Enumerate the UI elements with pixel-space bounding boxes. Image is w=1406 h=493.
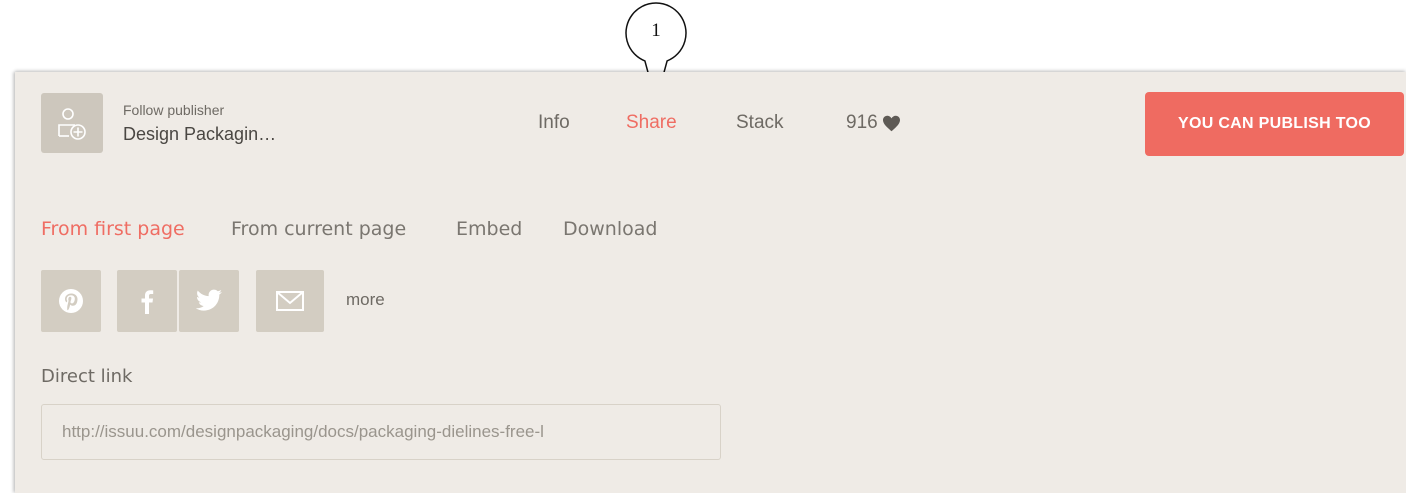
tab-info[interactable]: Info: [538, 112, 570, 134]
direct-link-input[interactable]: [41, 404, 721, 460]
share-twitter-button[interactable]: [179, 270, 239, 332]
likes-count: 916: [846, 112, 878, 133]
heart-icon: [882, 115, 900, 131]
follow-publisher-avatar[interactable]: [41, 93, 103, 153]
more-share-options-link[interactable]: more: [346, 290, 385, 310]
follow-publisher-label[interactable]: Follow publisher: [123, 102, 224, 118]
publish-button[interactable]: YOU CAN PUBLISH TOO: [1145, 92, 1404, 156]
twitter-icon: [195, 289, 222, 311]
tab-from-first-page[interactable]: From first page: [41, 218, 185, 240]
tab-stack[interactable]: Stack: [736, 112, 784, 134]
email-icon: [276, 291, 304, 311]
direct-link-label: Direct link: [41, 366, 133, 387]
follow-user-icon: [58, 108, 86, 140]
pinterest-icon: [59, 289, 83, 313]
tab-download[interactable]: Download: [563, 218, 657, 240]
likes-counter[interactable]: 916: [846, 112, 901, 134]
share-pinterest-button[interactable]: [41, 270, 101, 332]
tab-from-current-page[interactable]: From current page: [231, 218, 406, 240]
share-panel: Follow publisher Design Packagin… Info S…: [15, 72, 1406, 493]
share-facebook-button[interactable]: [117, 270, 177, 332]
facebook-icon: [141, 290, 154, 314]
callout-1-number: 1: [651, 20, 661, 41]
share-email-button[interactable]: [256, 270, 324, 332]
tab-share[interactable]: Share: [626, 112, 677, 134]
publisher-name[interactable]: Design Packagin…: [123, 124, 276, 145]
tab-embed[interactable]: Embed: [456, 218, 522, 240]
